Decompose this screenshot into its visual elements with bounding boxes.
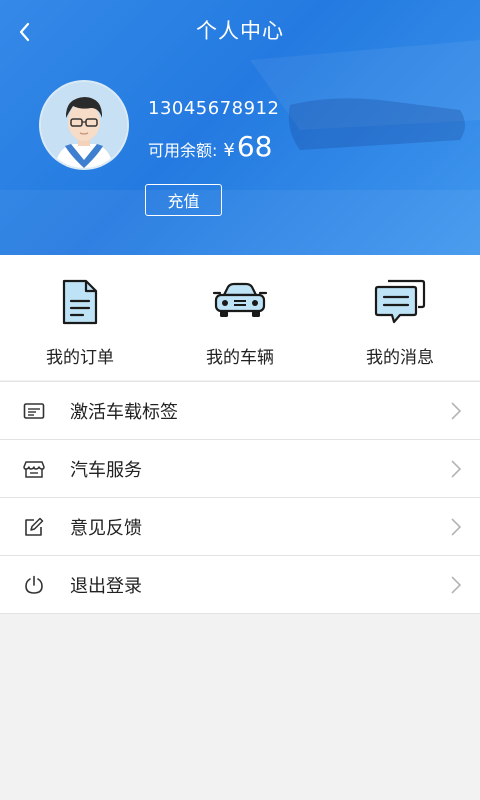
currency-symbol: ¥ (223, 140, 235, 161)
document-icon (62, 279, 98, 325)
balance-row: 可用余额: ¥ 68 (148, 130, 273, 163)
page-title: 个人中心 (196, 19, 284, 43)
menu-item-logout[interactable]: 退出登录 (0, 556, 480, 614)
menu-item-car-service[interactable]: 汽车服务 (0, 440, 480, 498)
my-messages-button[interactable]: 我的消息 (320, 255, 480, 380)
chevron-right-icon (451, 576, 462, 594)
balance-label: 可用余额: (148, 141, 218, 160)
user-avatar-illustration (41, 82, 127, 168)
profile-header: 个人中心 13045678912 可用余额: ¥ 68 充值 (0, 0, 480, 255)
menu-item-feedback[interactable]: 意见反馈 (0, 498, 480, 556)
chevron-right-icon (451, 460, 462, 478)
menu-item-label: 意见反馈 (70, 517, 142, 539)
menu-item-label: 激活车载标签 (70, 401, 178, 423)
message-icon (374, 279, 426, 324)
car-icon (212, 282, 268, 317)
menu-item-activate-tag[interactable]: 激活车载标签 (0, 382, 480, 440)
my-messages-label: 我的消息 (366, 348, 434, 368)
edit-icon (25, 517, 44, 536)
power-icon (25, 575, 43, 594)
chevron-right-icon (451, 518, 462, 536)
recharge-button[interactable]: 充值 (145, 184, 222, 216)
my-vehicles-label: 我的车辆 (206, 348, 274, 368)
my-orders-button[interactable]: 我的订单 (0, 255, 160, 380)
my-orders-label: 我的订单 (46, 348, 114, 368)
phone-number: 13045678912 (148, 98, 280, 119)
my-vehicles-button[interactable]: 我的车辆 (160, 255, 320, 380)
balance-amount: 68 (236, 130, 273, 163)
avatar[interactable] (39, 80, 129, 170)
menu-item-label: 汽车服务 (70, 459, 142, 481)
menu-item-label: 退出登录 (70, 575, 142, 597)
card-icon (23, 402, 45, 419)
settings-menu: 激活车载标签 汽车服务 意见反馈 退出登录 (0, 381, 480, 614)
quick-actions: 我的订单 我的车辆 我的消息 (0, 255, 480, 380)
store-icon (23, 460, 45, 478)
chevron-right-icon (451, 402, 462, 420)
